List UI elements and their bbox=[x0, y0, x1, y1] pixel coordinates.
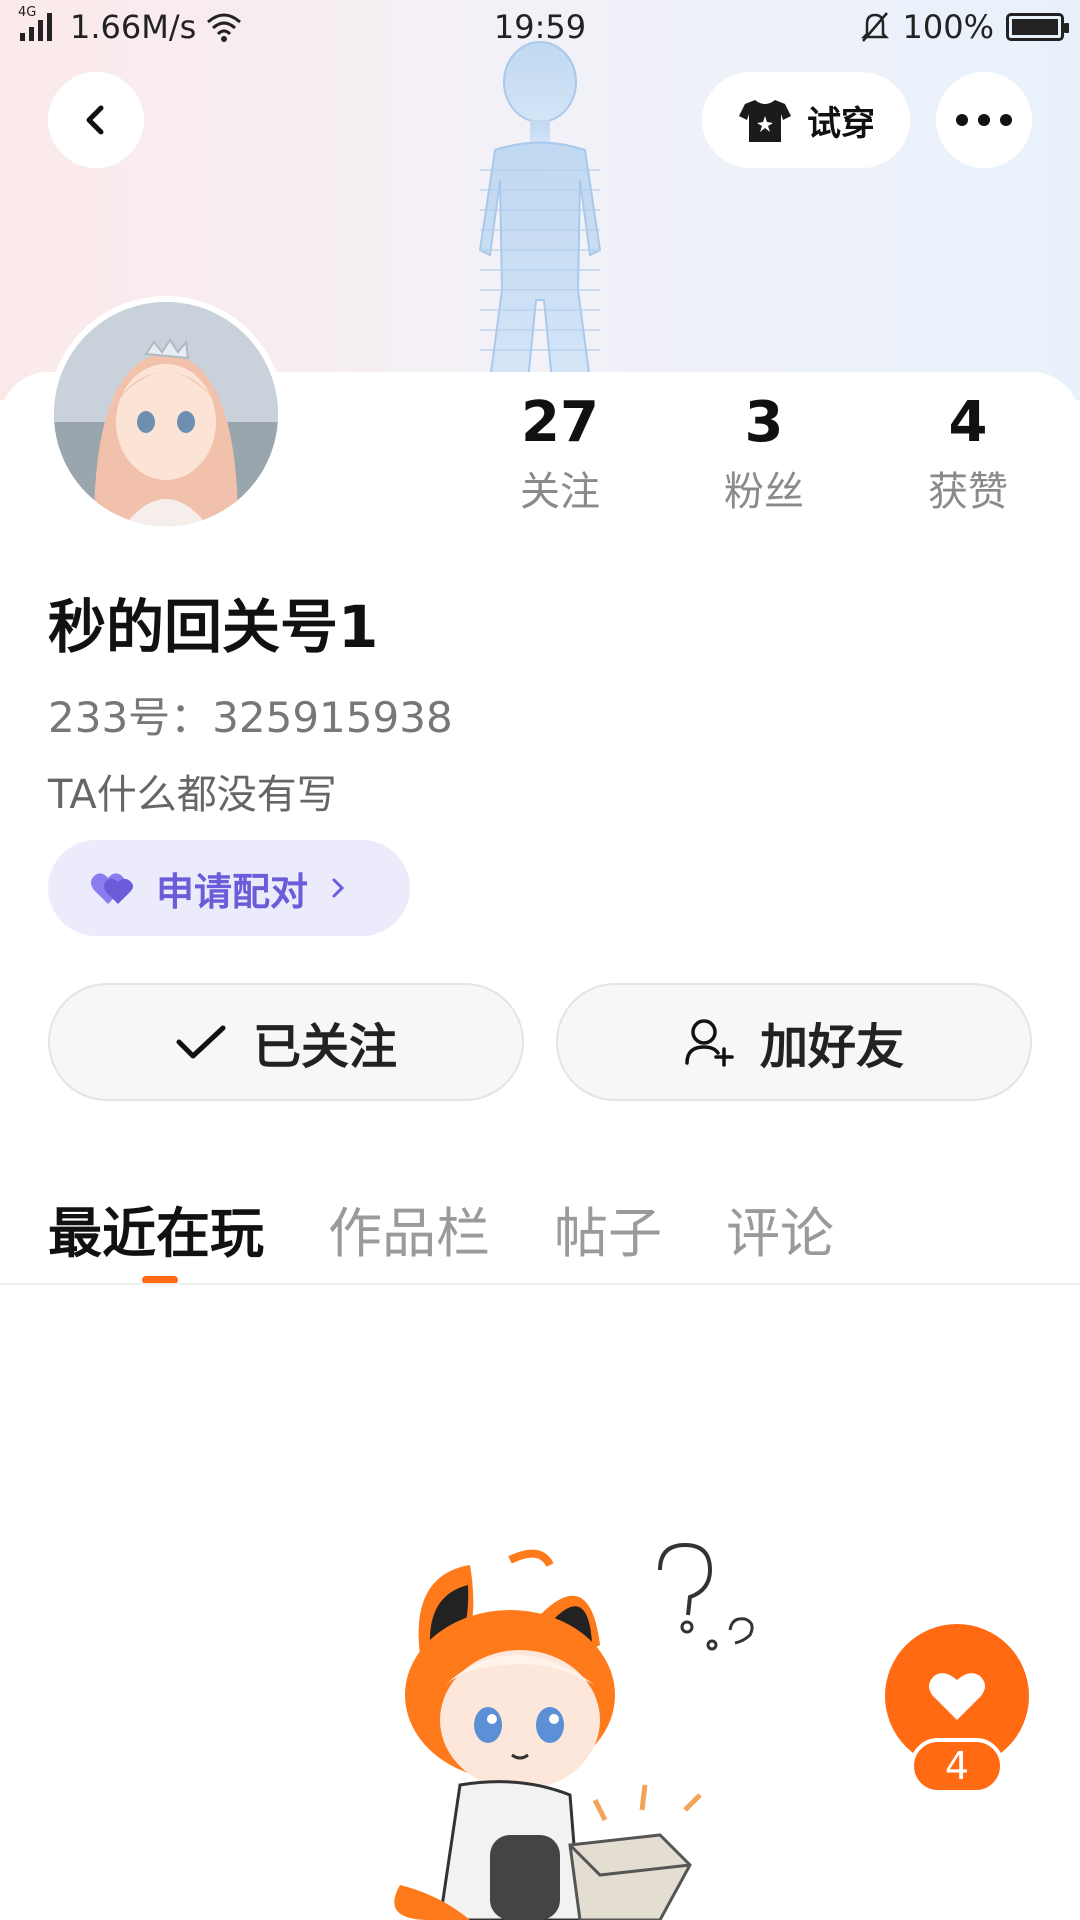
tab-comments[interactable]: 评论 bbox=[726, 1189, 834, 1268]
like-count-badge: 4 bbox=[910, 1738, 1004, 1794]
chevron-right-icon bbox=[332, 878, 345, 898]
followed-button[interactable]: 已关注 bbox=[48, 983, 524, 1101]
profile-stats: 27 关注 3 粉丝 4 获赞 bbox=[480, 390, 1050, 530]
profile-nickname: 秒的回关号1 bbox=[48, 593, 379, 661]
battery-percent: 100% bbox=[902, 8, 994, 46]
heart-icon bbox=[929, 1673, 985, 1720]
apply-pair-label: 申请配对 bbox=[156, 869, 309, 914]
profile-bio: TA什么都没有写 bbox=[48, 772, 337, 818]
stat-likes[interactable]: 4 获赞 bbox=[888, 390, 1048, 517]
twin-hearts-icon bbox=[91, 873, 133, 904]
more-dots-icon bbox=[956, 114, 1012, 126]
back-button[interactable] bbox=[48, 72, 144, 168]
stat-following-value: 27 bbox=[521, 390, 599, 455]
profile-tabs: 最近在玩 作品栏 帖子 评论 bbox=[48, 1188, 898, 1268]
empty-state-mascot-illustration bbox=[394, 1542, 754, 1920]
apply-pair-button[interactable]: 申请配对 bbox=[48, 840, 410, 936]
tab-recently-played[interactable]: 最近在玩 bbox=[48, 1189, 264, 1268]
tshirt-icon bbox=[739, 100, 791, 142]
add-friend-label: 加好友 bbox=[759, 1019, 904, 1075]
try-on-button[interactable]: 试穿 bbox=[702, 72, 910, 168]
chevron-left-icon bbox=[86, 105, 104, 135]
profile-uid[interactable]: 233号：325915938 bbox=[48, 684, 453, 745]
stat-following-label: 关注 bbox=[520, 469, 600, 515]
more-button[interactable] bbox=[936, 72, 1032, 168]
stat-followers[interactable]: 3 粉丝 bbox=[684, 390, 844, 517]
followed-label: 已关注 bbox=[252, 1019, 397, 1075]
avatar[interactable] bbox=[48, 296, 284, 532]
try-on-label: 试穿 bbox=[807, 103, 875, 144]
add-friend-button[interactable]: 加好友 bbox=[556, 983, 1032, 1101]
tab-posts[interactable]: 帖子 bbox=[554, 1189, 662, 1268]
stat-likes-label: 获赞 bbox=[928, 469, 1008, 515]
stat-followers-label: 粉丝 bbox=[724, 469, 804, 515]
stat-following[interactable]: 27 关注 bbox=[480, 390, 640, 517]
checkmark-icon bbox=[176, 1025, 226, 1059]
avatar-hologram-figure bbox=[478, 41, 602, 380]
status-bar: 4G 1.66M/s 19:59 100% bbox=[0, 0, 1080, 56]
tab-works[interactable]: 作品栏 bbox=[328, 1189, 490, 1268]
mute-bell-icon bbox=[860, 12, 889, 42]
tabs-divider bbox=[0, 1283, 1080, 1285]
stat-likes-value: 4 bbox=[948, 390, 988, 455]
stat-followers-value: 3 bbox=[744, 390, 784, 455]
battery-icon bbox=[1006, 13, 1069, 41]
add-user-icon bbox=[685, 1019, 734, 1067]
